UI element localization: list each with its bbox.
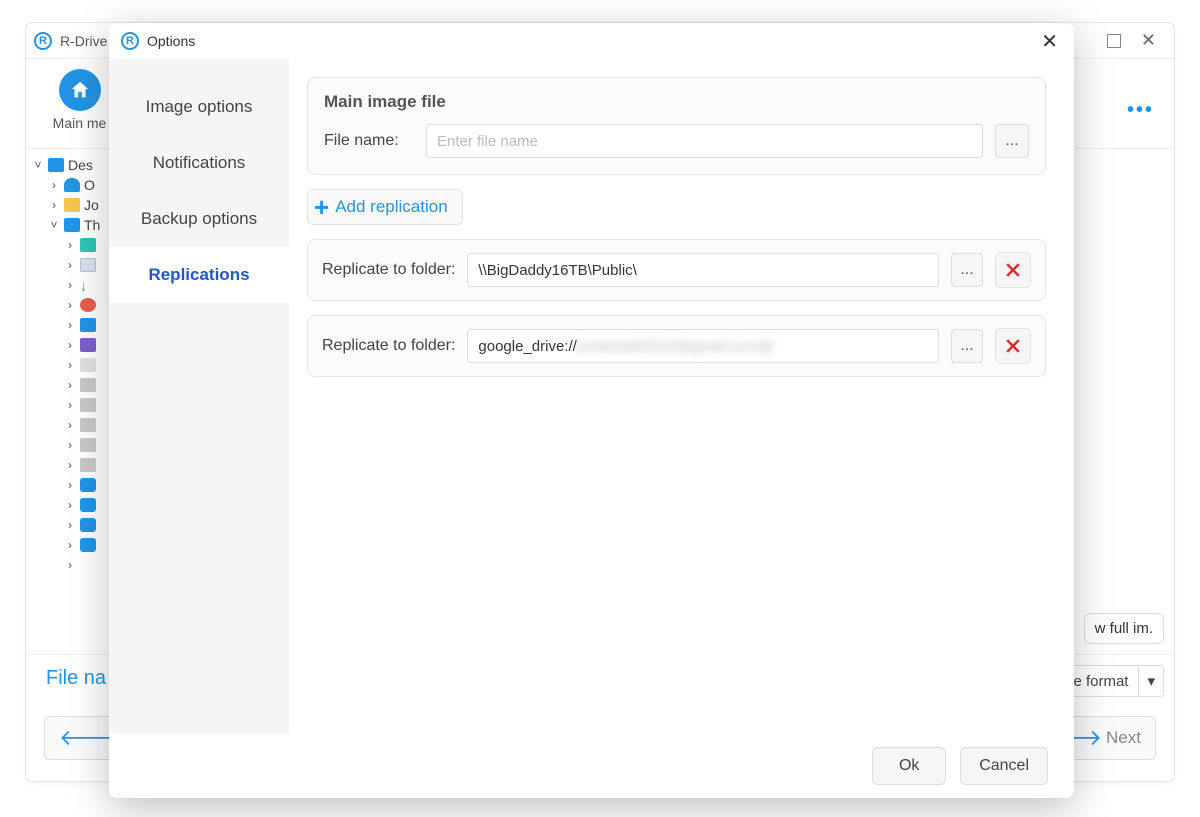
cancel-button[interactable]: Cancel: [960, 747, 1048, 785]
sidebar-item-backup-options[interactable]: Backup options: [109, 191, 289, 247]
browse-button[interactable]: ...: [951, 329, 983, 363]
close-icon[interactable]: ✕: [1037, 29, 1062, 54]
replication-row: Replicate to folder: \\BigDaddy16TB\Publ…: [307, 239, 1046, 301]
home-icon[interactable]: [59, 69, 101, 111]
parent-title: R-Drive: [60, 33, 107, 49]
tree-item-label[interactable]: Des: [68, 157, 93, 173]
options-content: Main image file File name: ... + Add rep…: [289, 59, 1074, 734]
maximize-icon[interactable]: [1107, 34, 1121, 48]
delete-x-icon: [1003, 260, 1023, 280]
tree-item-label[interactable]: Jo: [84, 197, 99, 213]
next-label: Next: [1106, 728, 1141, 748]
dialog-title: Options: [147, 33, 195, 49]
add-replication-label: Add replication: [335, 197, 447, 217]
browse-button[interactable]: ...: [951, 253, 983, 287]
tree-item-label[interactable]: Th: [84, 217, 100, 233]
dialog-titlebar: R Options ✕: [109, 23, 1074, 59]
delete-x-icon: [1003, 336, 1023, 356]
delete-replication-button[interactable]: [995, 328, 1031, 364]
main-image-group: Main image file File name: ...: [307, 77, 1046, 175]
view-full-image-button[interactable]: w full im.: [1084, 613, 1164, 644]
redacted-text: jordanbell2019@gmail.com@: [577, 338, 774, 355]
delete-replication-button[interactable]: [995, 252, 1031, 288]
app-logo-icon: R: [34, 32, 52, 50]
options-dialog: R Options ✕ Image options Notifications …: [109, 23, 1074, 798]
more-icon[interactable]: •••: [1127, 99, 1154, 122]
browse-button[interactable]: ...: [995, 124, 1029, 158]
replicate-label: Replicate to folder:: [322, 337, 455, 355]
file-format-dropdown[interactable]: e format ▾: [1062, 665, 1164, 697]
home-label: Main me: [42, 115, 117, 131]
close-icon[interactable]: ✕: [1141, 30, 1156, 51]
replicate-folder-input[interactable]: \\BigDaddy16TB\Public\: [467, 253, 939, 287]
add-replication-button[interactable]: + Add replication: [307, 189, 463, 225]
file-name-label: File na: [46, 667, 106, 689]
sidebar-item-replications[interactable]: Replications: [109, 247, 289, 303]
replication-row: Replicate to folder: google_drive:// jor…: [307, 315, 1046, 377]
sidebar-item-notifications[interactable]: Notifications: [109, 135, 289, 191]
plus-icon: +: [314, 194, 329, 220]
filename-label: File name:: [324, 132, 414, 150]
chevron-down-icon[interactable]: ▾: [1138, 666, 1163, 696]
dialog-footer: Ok Cancel: [109, 734, 1074, 798]
options-sidebar: Image options Notifications Backup optio…: [109, 59, 289, 734]
filename-input[interactable]: [426, 124, 983, 158]
tree-item-label[interactable]: O: [84, 177, 95, 193]
replicate-label: Replicate to folder:: [322, 261, 455, 279]
ok-button[interactable]: Ok: [872, 747, 946, 785]
file-format-label: e format: [1063, 667, 1138, 696]
main-image-title: Main image file: [324, 92, 1029, 112]
replicate-folder-input[interactable]: google_drive:// jordanbell2019@gmail.com…: [467, 329, 939, 363]
sidebar-item-image-options[interactable]: Image options: [109, 79, 289, 135]
app-logo-icon: R: [121, 32, 139, 50]
